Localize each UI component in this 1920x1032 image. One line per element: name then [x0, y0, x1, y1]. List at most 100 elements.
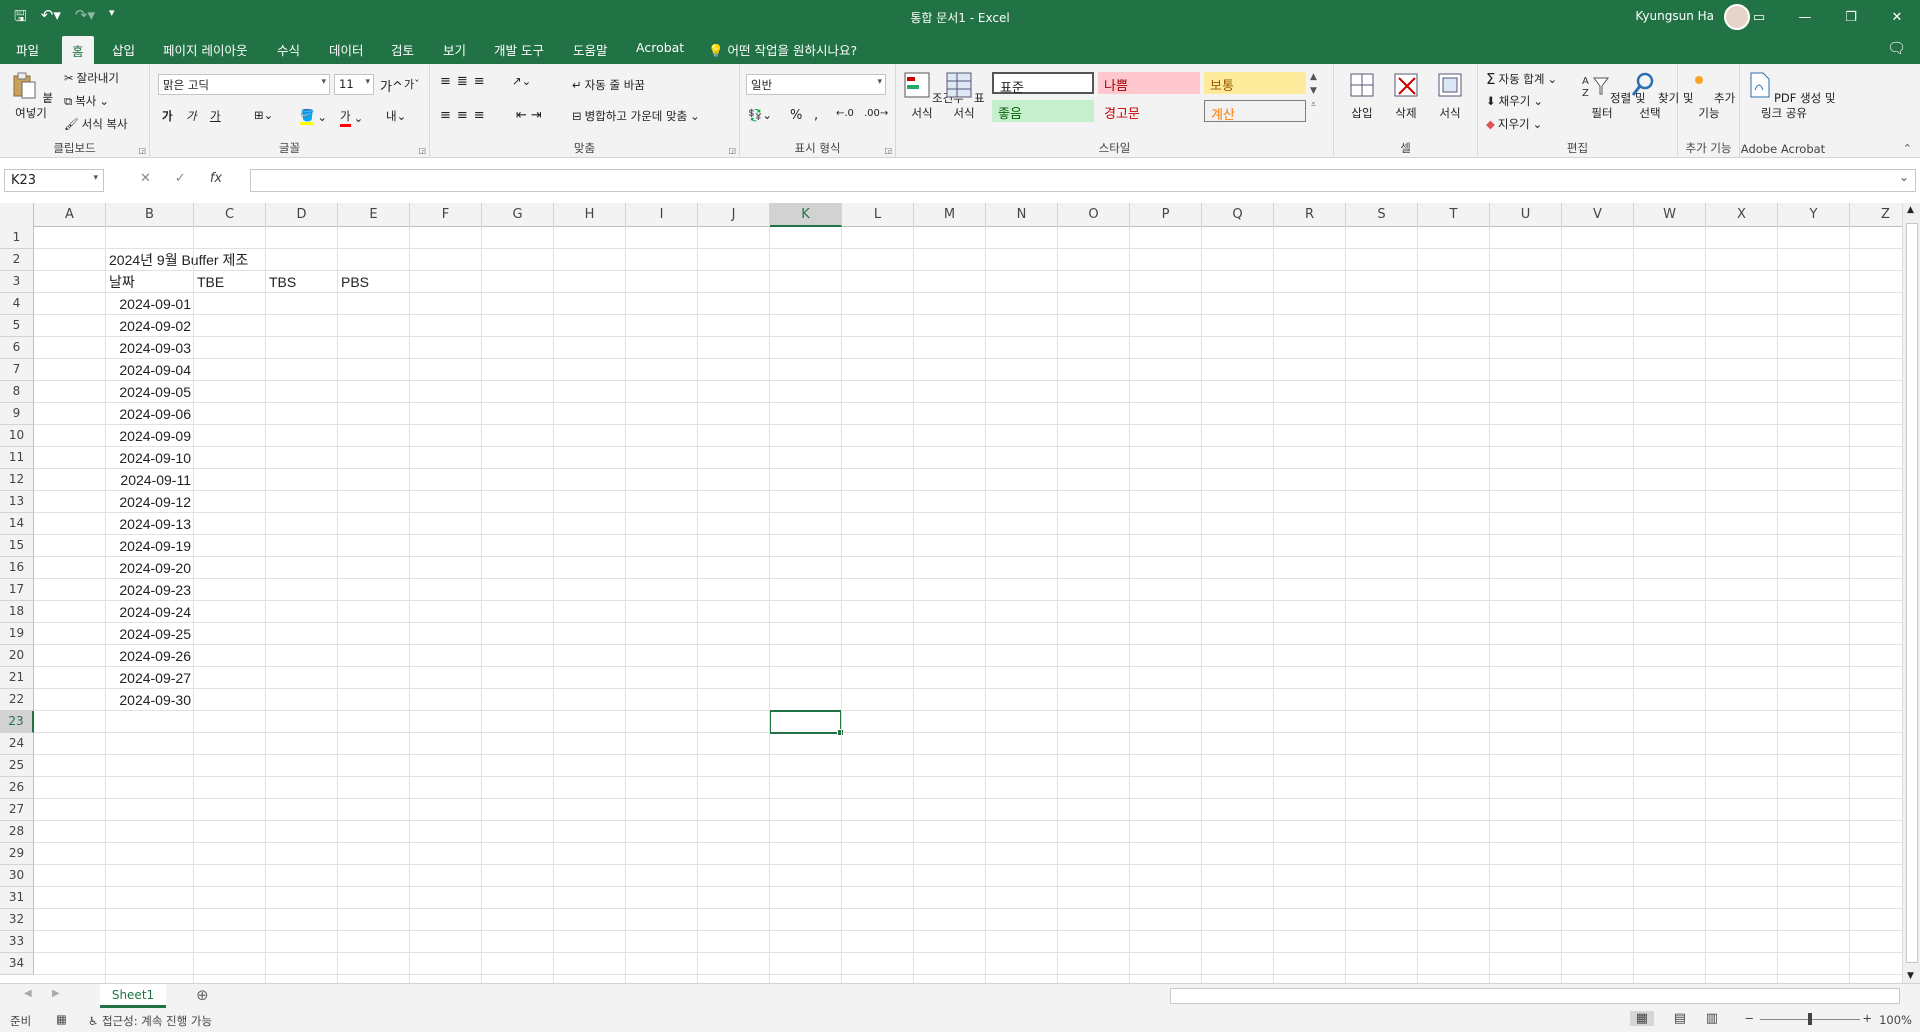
- date-cell[interactable]: 2024-09-05: [106, 381, 194, 403]
- column-header-b[interactable]: B: [106, 203, 194, 227]
- cell-b3-header[interactable]: 날짜: [106, 271, 138, 293]
- cancel-icon[interactable]: ✕: [140, 171, 151, 186]
- format-painter-button[interactable]: 🖌 서식 복사: [64, 116, 128, 132]
- tab-insert[interactable]: 삽입: [112, 40, 135, 59]
- row-header-15[interactable]: 15: [0, 535, 34, 557]
- sort-filter-button[interactable]: A Z 정렬 및 필터: [1580, 70, 1645, 121]
- vertical-align-icons[interactable]: ≡≣≡: [440, 74, 491, 89]
- column-header-y[interactable]: Y: [1778, 203, 1850, 227]
- row-header-18[interactable]: 18: [0, 601, 34, 623]
- date-cell[interactable]: 2024-09-04: [106, 359, 194, 381]
- accessibility-status[interactable]: ♿ 접근성: 계속 진행 가능: [88, 1013, 212, 1029]
- paste-button[interactable]: 붙여넣기: [6, 70, 56, 121]
- column-header-q[interactable]: Q: [1202, 203, 1274, 227]
- date-cell[interactable]: 2024-09-19: [106, 535, 194, 557]
- insert-cells-button[interactable]: 삽입: [1342, 70, 1382, 121]
- row-header-16[interactable]: 16: [0, 557, 34, 579]
- fill-button[interactable]: ⬇ 채우기 ⌄: [1486, 93, 1543, 109]
- row-header-33[interactable]: 33: [0, 931, 34, 953]
- row-header-28[interactable]: 28: [0, 821, 34, 843]
- date-cell[interactable]: 2024-09-13: [106, 513, 194, 535]
- row-header-7[interactable]: 7: [0, 359, 34, 381]
- column-header-s[interactable]: S: [1346, 203, 1418, 227]
- selected-cell[interactable]: [769, 710, 844, 736]
- style-bad[interactable]: 나쁨: [1098, 72, 1200, 94]
- date-cell[interactable]: 2024-09-26: [106, 645, 194, 667]
- row-header-1[interactable]: 1: [0, 227, 34, 249]
- wrap-text-button[interactable]: ↵ 자동 줄 바꿈: [572, 77, 645, 93]
- row-header-13[interactable]: 13: [0, 491, 34, 513]
- underline-button[interactable]: 가: [210, 108, 221, 124]
- border-icon[interactable]: ⊞⌄: [254, 108, 273, 122]
- column-header-n[interactable]: N: [986, 203, 1058, 227]
- column-header-v[interactable]: V: [1562, 203, 1634, 227]
- delete-cells-button[interactable]: 삭제: [1386, 70, 1426, 121]
- tab-review[interactable]: 검토: [391, 40, 414, 59]
- cut-button[interactable]: ✂ 잘라내기: [64, 70, 119, 86]
- italic-button[interactable]: 가: [186, 108, 197, 124]
- row-header-29[interactable]: 29: [0, 843, 34, 865]
- bold-button[interactable]: 가: [162, 108, 173, 124]
- cell-c3-header[interactable]: TBE: [194, 271, 227, 293]
- row-header-10[interactable]: 10: [0, 425, 34, 447]
- date-cell[interactable]: 2024-09-30: [106, 689, 194, 711]
- row-header-12[interactable]: 12: [0, 469, 34, 491]
- normal-view-icon[interactable]: ▦: [1629, 1011, 1654, 1026]
- date-cell[interactable]: 2024-09-10: [106, 447, 194, 469]
- date-cell[interactable]: 2024-09-03: [106, 337, 194, 359]
- row-header-26[interactable]: 26: [0, 777, 34, 799]
- increase-decimal-icon[interactable]: ←.0: [836, 108, 854, 119]
- column-header-u[interactable]: U: [1490, 203, 1562, 227]
- copy-button[interactable]: ⧉ 복사 ⌄: [64, 93, 109, 109]
- collapse-ribbon-icon[interactable]: ⌃: [1903, 142, 1912, 155]
- phonetic-icon[interactable]: 내⌄: [386, 108, 406, 124]
- row-header-22[interactable]: 22: [0, 689, 34, 711]
- row-header-20[interactable]: 20: [0, 645, 34, 667]
- tab-page-layout[interactable]: 페이지 레이아웃: [163, 40, 247, 59]
- enter-icon[interactable]: ✓: [175, 171, 186, 186]
- tab-help[interactable]: 도움말: [573, 40, 608, 59]
- row-header-8[interactable]: 8: [0, 381, 34, 403]
- column-header-w[interactable]: W: [1634, 203, 1706, 227]
- column-header-f[interactable]: F: [410, 203, 482, 227]
- date-cell[interactable]: 2024-09-24: [106, 601, 194, 623]
- row-header-25[interactable]: 25: [0, 755, 34, 777]
- row-header-17[interactable]: 17: [0, 579, 34, 601]
- horizontal-scrollbar[interactable]: [1170, 988, 1900, 1004]
- style-calculation[interactable]: 계산: [1204, 100, 1306, 123]
- tab-developer[interactable]: 개발 도구: [494, 40, 544, 59]
- decrease-font-icon[interactable]: 가ˇ: [404, 76, 420, 92]
- restore-icon[interactable]: ❐: [1828, 0, 1874, 34]
- zoom-out-icon[interactable]: −: [1744, 1011, 1754, 1025]
- decrease-decimal-icon[interactable]: .00→: [864, 108, 888, 119]
- column-header-k[interactable]: K: [770, 203, 842, 227]
- vertical-scrollbar[interactable]: ▲ ▼: [1902, 203, 1920, 983]
- column-header-p[interactable]: P: [1130, 203, 1202, 227]
- tell-me-search[interactable]: 💡 어떤 작업을 원하시나요?: [708, 40, 857, 59]
- number-format-combo[interactable]: 일반: [746, 74, 886, 95]
- tab-formulas[interactable]: 수식: [277, 40, 300, 59]
- row-header-31[interactable]: 31: [0, 887, 34, 909]
- worksheet-grid[interactable]: ABCDEFGHIJKLMNOPQRSTUVWXYZ 1 2 3 4 5 6 7 8 9 10 11…: [0, 203, 1920, 983]
- column-header-g[interactable]: G: [482, 203, 554, 227]
- date-cell[interactable]: 2024-09-25: [106, 623, 194, 645]
- font-name-combo[interactable]: 맑은 고딕: [158, 74, 330, 95]
- zoom-slider[interactable]: [1760, 1013, 1860, 1025]
- cell-b2-title[interactable]: 2024년 9월 Buffer 제조: [106, 249, 251, 271]
- fill-color-icon[interactable]: 🪣 ⌄: [300, 108, 327, 125]
- dialog-launcher-icon[interactable]: ◲: [884, 146, 892, 155]
- row-header-24[interactable]: 24: [0, 733, 34, 755]
- row-header-4[interactable]: 4: [0, 293, 34, 315]
- row-header-11[interactable]: 11: [0, 447, 34, 469]
- page-layout-view-icon[interactable]: ▤: [1674, 1011, 1686, 1026]
- date-cell[interactable]: 2024-09-20: [106, 557, 194, 579]
- column-header-x[interactable]: X: [1706, 203, 1778, 227]
- date-cell[interactable]: 2024-09-06: [106, 403, 194, 425]
- scroll-up-icon[interactable]: ▲: [1907, 205, 1914, 215]
- column-header-j[interactable]: J: [698, 203, 770, 227]
- row-header-5[interactable]: 5: [0, 315, 34, 337]
- cell-d3-header[interactable]: TBS: [266, 271, 299, 293]
- clear-button[interactable]: ◆ 지우기 ⌄: [1486, 116, 1542, 132]
- tab-file[interactable]: 파일: [16, 40, 39, 59]
- dialog-launcher-icon[interactable]: ◲: [138, 146, 146, 155]
